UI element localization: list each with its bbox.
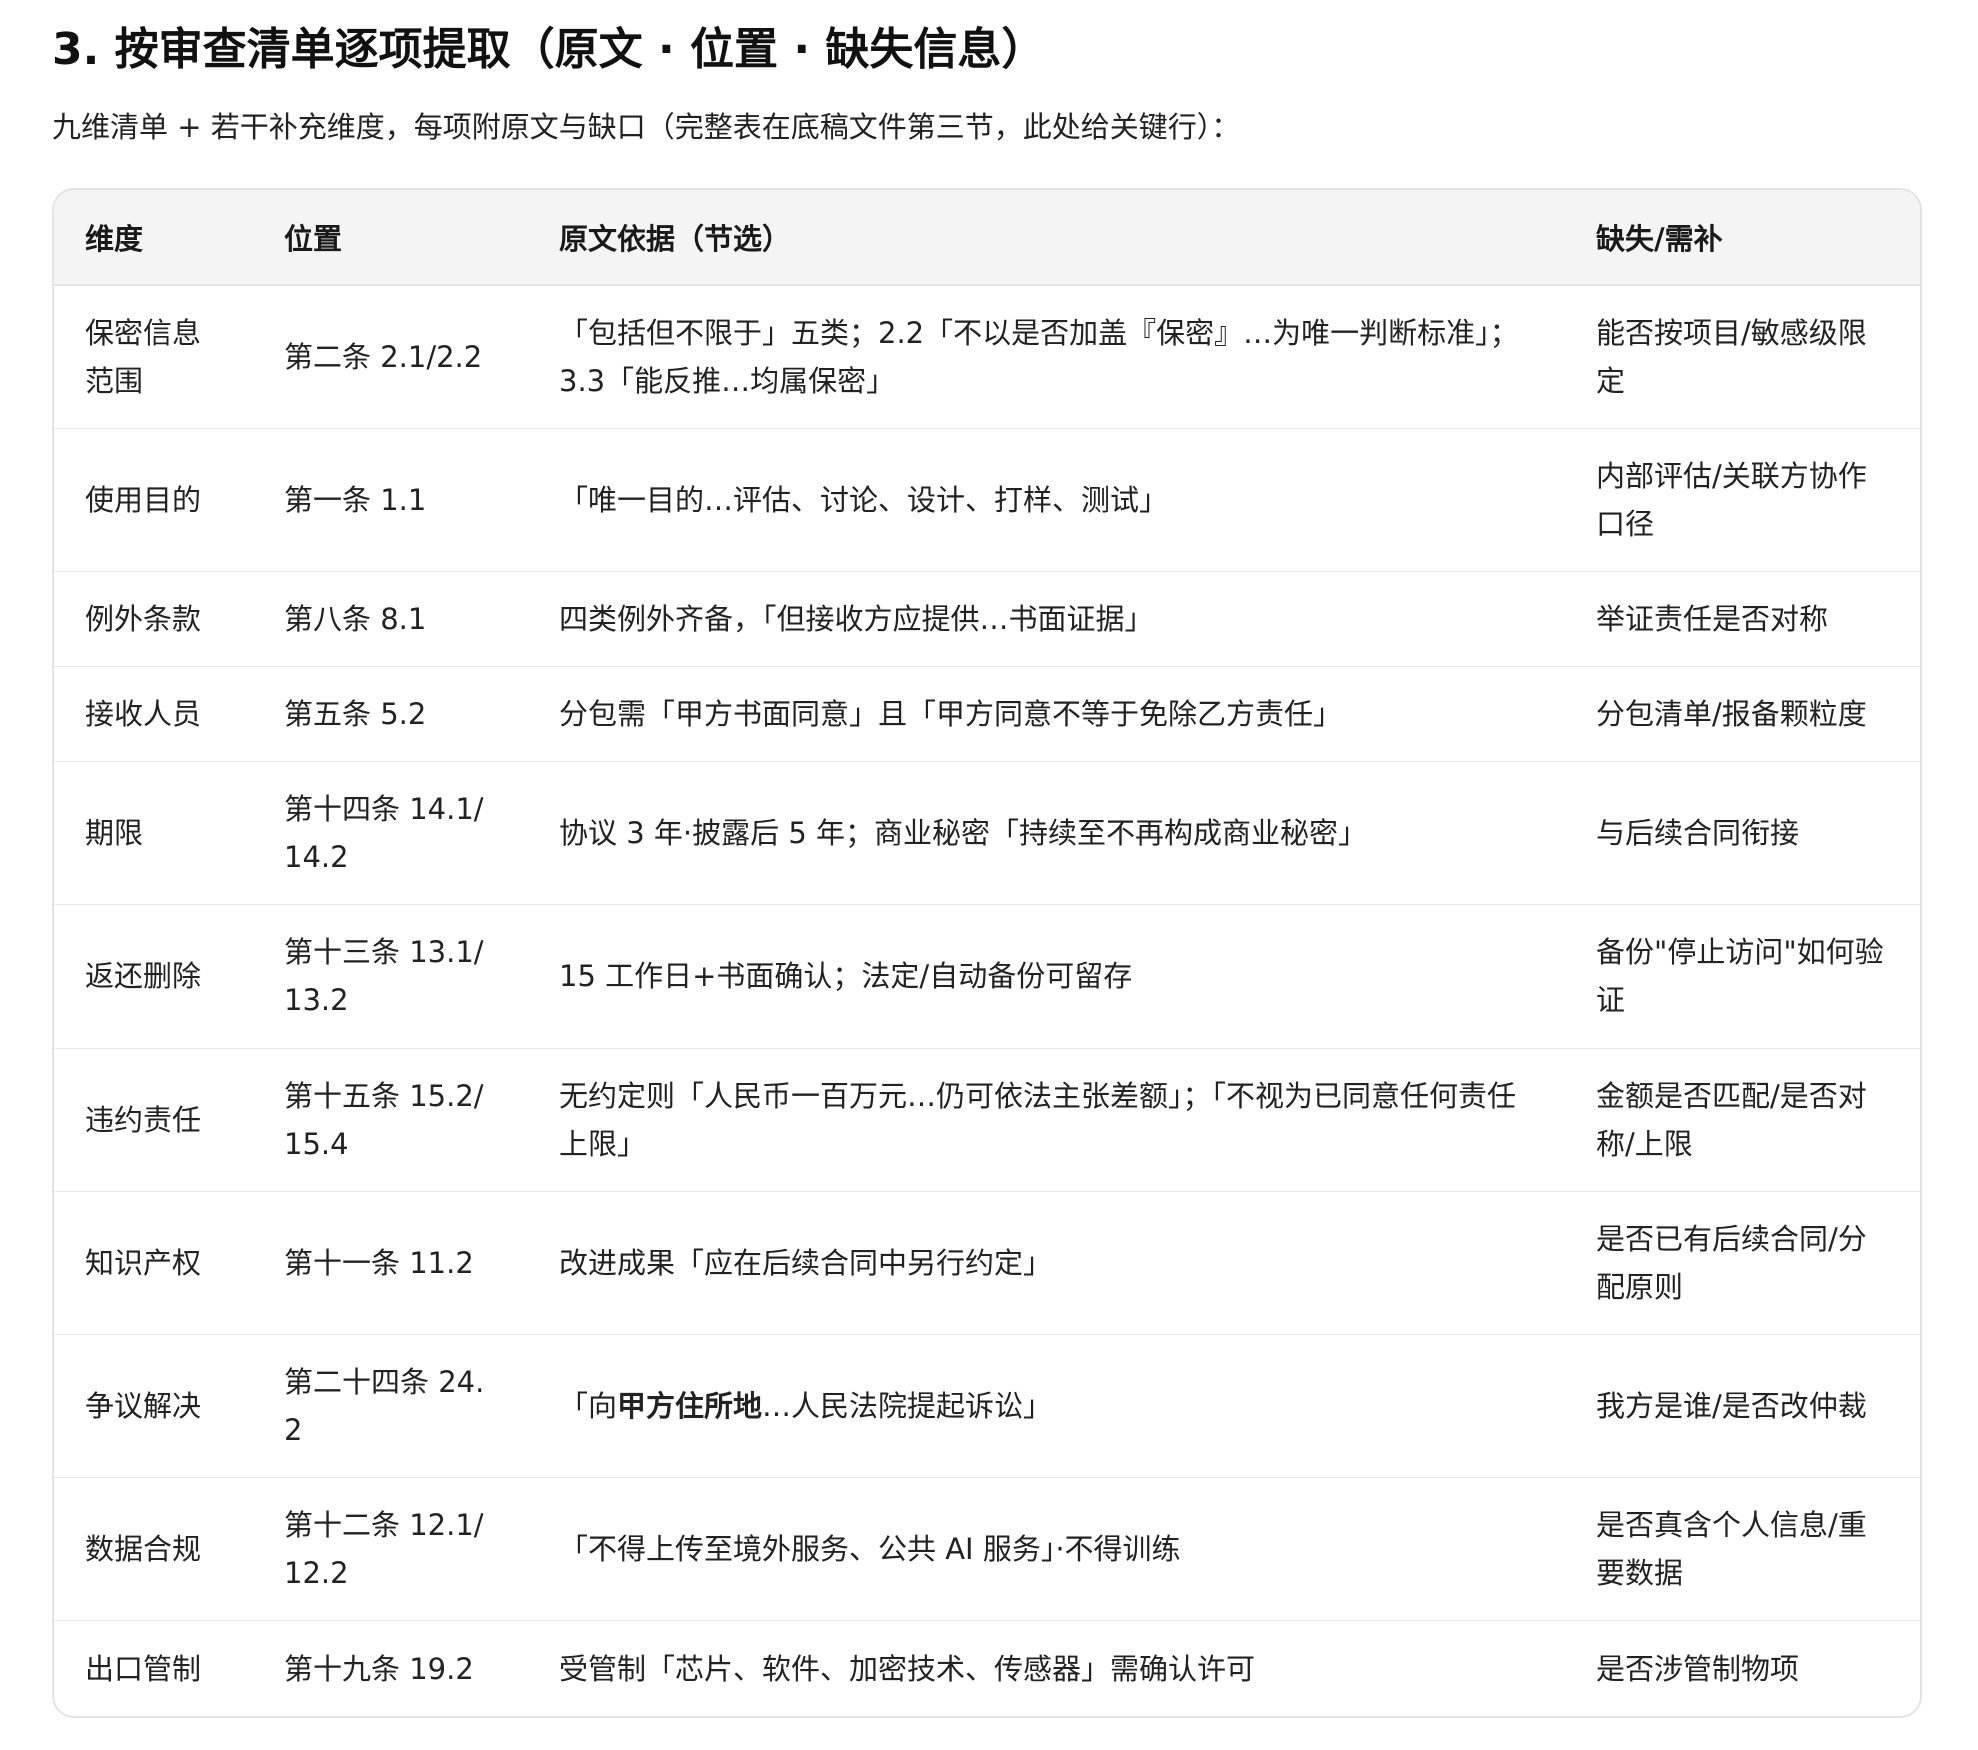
cell-dimension: 保密信息范围 [85, 315, 202, 398]
checklist-table-container: 维度 位置 原文依据（节选） 缺失/需补 保密信息范围 第二条 2.1/2.2 「包… [52, 188, 1922, 1718]
cell-location: 第十九条 19.2 [253, 1620, 528, 1716]
cell-location: 第八条 8.1 [253, 570, 528, 667]
cell-location: 第五条 5.2 [253, 665, 528, 762]
cell-source: 改进成果「应在后续合同中另行约定」 [528, 1190, 1565, 1335]
cell-source: 无约定则「人民币一百万元…仍可依法主张差额」；「不视为已同意任何责任上限」 [528, 1047, 1565, 1192]
cell-missing: 与后续合同衔接 [1565, 761, 1920, 905]
table-header-row: 维度 位置 原文依据（节选） 缺失/需补 [54, 190, 1920, 286]
cell-source-text: 分包需「甲方书面同意」且「甲方同意不等于免除乙方责任」 [559, 697, 1343, 732]
cell-missing: 是否涉管制物项 [1565, 1620, 1920, 1716]
cell-dimension: 出口管制 [54, 1620, 253, 1716]
header-missing: 缺失/需补 [1565, 190, 1920, 286]
table-row: 返还删除 第十三条 13.1/13.2 15 工作日+书面确认；法定/自动备份可留存… [54, 904, 1920, 1048]
cell-missing: 我方是谁/是否改仲裁 [1565, 1333, 1920, 1478]
cell-source: 「不得上传至境外服务、公共 AI 服务」·不得训练 [528, 1477, 1565, 1621]
header-dimension: 维度 [54, 190, 253, 286]
cell-source-text: 四类例外齐备，「但接收方应提供…书面证据」 [559, 601, 1154, 636]
cell-location: 第十二条 12.1/12.2 [253, 1477, 528, 1621]
cell-dimension: 使用目的 [54, 427, 253, 572]
cell-missing: 是否真含个人信息/重要数据 [1565, 1477, 1920, 1621]
table-header: 维度 位置 原文依据（节选） 缺失/需补 [54, 190, 1920, 286]
table-row: 违约责任 第十五条 15.2/15.4 无约定则「人民币一百万元…仍可依法主张差额」… [54, 1047, 1920, 1192]
checklist-table: 维度 位置 原文依据（节选） 缺失/需补 保密信息范围 第二条 2.1/2.2 「包… [54, 190, 1920, 1716]
section-heading: 3. 按审查清单逐项提取（原文 · 位置 · 缺失信息） [52, 24, 1046, 75]
header-location: 位置 [253, 190, 528, 286]
cell-source: 协议 3 年·披露后 5 年；商业秘密「持续至不再构成商业秘密」 [528, 761, 1565, 905]
cell-dimension: 接收人员 [54, 665, 253, 762]
cell-dimension: 数据合规 [54, 1477, 253, 1621]
table-row: 保密信息范围 第二条 2.1/2.2 「包括但不限于」五类；2.2「不以是否加盖『保… [54, 285, 1920, 428]
cell-missing: 分包清单/报备颗粒度 [1565, 665, 1920, 762]
cell-dimension: 争议解决 [54, 1333, 253, 1478]
cell-dimension: 返还删除 [54, 904, 253, 1048]
table-body: 保密信息范围 第二条 2.1/2.2 「包括但不限于」五类；2.2「不以是否加盖『保… [54, 285, 1920, 1716]
cell-missing: 金额是否匹配/是否对称/上限 [1565, 1047, 1920, 1192]
cell-missing: 能否按项目/敏感级限定 [1596, 315, 1867, 398]
cell-source-text: 「不得上传至境外服务、公共 AI 服务」·不得训练 [559, 1532, 1181, 1567]
cell-source: 「向甲方住所地…人民法院提起诉讼」 [528, 1333, 1565, 1478]
cell-location: 第二十四条 24.2 [253, 1333, 528, 1478]
cell-location: 第十三条 13.1/13.2 [253, 904, 528, 1048]
cell-source-text: 「包括但不限于」五类；2.2「不以是否加盖『保密』…为唯一判断标准」；3.3「能… [559, 315, 1519, 398]
cell-source-text: 「唯一目的…评估、讨论、设计、打样、测试」 [559, 482, 1169, 517]
table-row: 使用目的 第一条 1.1 「唯一目的…评估、讨论、设计、打样、测试」 内部评估/关联方… [54, 427, 1920, 572]
header-source: 原文依据（节选） [528, 190, 1565, 286]
table-row: 争议解决 第二十四条 24.2 「向甲方住所地…人民法院提起诉讼」 我方是谁/是否改仲… [54, 1333, 1920, 1478]
cell-source-text: 改进成果「应在后续合同中另行约定」 [559, 1245, 1053, 1280]
cell-location: 第一条 1.1 [253, 427, 528, 572]
cell-source: 分包需「甲方书面同意」且「甲方同意不等于免除乙方责任」 [528, 665, 1565, 762]
cell-missing: 备份"停止访问"如何验证 [1565, 904, 1920, 1048]
cell-source-text: 受管制「芯片、软件、加密技术、传感器」需确认许可 [559, 1651, 1256, 1686]
cell-location: 第十五条 15.2/15.4 [253, 1047, 528, 1192]
cell-source: 受管制「芯片、软件、加密技术、传感器」需确认许可 [528, 1620, 1565, 1716]
cell-source-text: 无约定则「人民币一百万元…仍可依法主张差额」；「不视为已同意任何责任上限」 [559, 1078, 1517, 1161]
cell-missing: 举证责任是否对称 [1565, 570, 1920, 667]
intro-paragraph: 九维清单 + 若干补充维度，每项附原文与缺口（完整表在底稿文件第三节，此处给关键… [52, 110, 1241, 144]
cell-source: 「唯一目的…评估、讨论、设计、打样、测试」 [528, 427, 1565, 572]
cell-missing: 内部评估/关联方协作口径 [1565, 427, 1920, 572]
cell-dimension: 例外条款 [54, 570, 253, 667]
cell-source: 四类例外齐备，「但接收方应提供…书面证据」 [528, 570, 1565, 667]
table-row: 接收人员 第五条 5.2 分包需「甲方书面同意」且「甲方同意不等于免除乙方责任」 分包… [54, 665, 1920, 762]
cell-source-text: 15 工作日+书面确认；法定/自动备份可留存 [559, 959, 1133, 994]
cell-source-emphasis: 甲方住所地 [617, 1388, 763, 1423]
table-row: 出口管制 第十九条 19.2 受管制「芯片、软件、加密技术、传感器」需确认许可 是否涉… [54, 1620, 1920, 1716]
cell-source-text: …人民法院提起诉讼」 [762, 1388, 1053, 1423]
table-row: 例外条款 第八条 8.1 四类例外齐备，「但接收方应提供…书面证据」 举证责任是否对称 [54, 570, 1920, 667]
cell-dimension: 期限 [54, 761, 253, 905]
cell-source-prefix: 「向 [559, 1388, 618, 1423]
cell-dimension: 违约责任 [54, 1047, 253, 1192]
table-row: 知识产权 第十一条 11.2 改进成果「应在后续合同中另行约定」 是否已有后续合同/分… [54, 1190, 1920, 1335]
cell-location: 第二条 2.1/2.2 [284, 339, 483, 374]
cell-location: 第十四条 14.1/14.2 [253, 761, 528, 905]
cell-source: 15 工作日+书面确认；法定/自动备份可留存 [528, 904, 1565, 1048]
table-row: 期限 第十四条 14.1/14.2 协议 3 年·披露后 5 年；商业秘密「持续至不… [54, 761, 1920, 905]
cell-source-text: 协议 3 年·披露后 5 年；商业秘密「持续至不再构成商业秘密」 [559, 816, 1367, 851]
cell-location: 第十一条 11.2 [253, 1190, 528, 1335]
cell-dimension: 知识产权 [54, 1190, 253, 1335]
cell-source: 「包括但不限于」五类；2.2「不以是否加盖『保密』…为唯一判断标准」；3.3「能… [528, 285, 1565, 428]
cell-missing: 是否已有后续合同/分配原则 [1565, 1190, 1920, 1335]
table-row: 数据合规 第十二条 12.1/12.2 「不得上传至境外服务、公共 AI 服务」·不… [54, 1477, 1920, 1621]
